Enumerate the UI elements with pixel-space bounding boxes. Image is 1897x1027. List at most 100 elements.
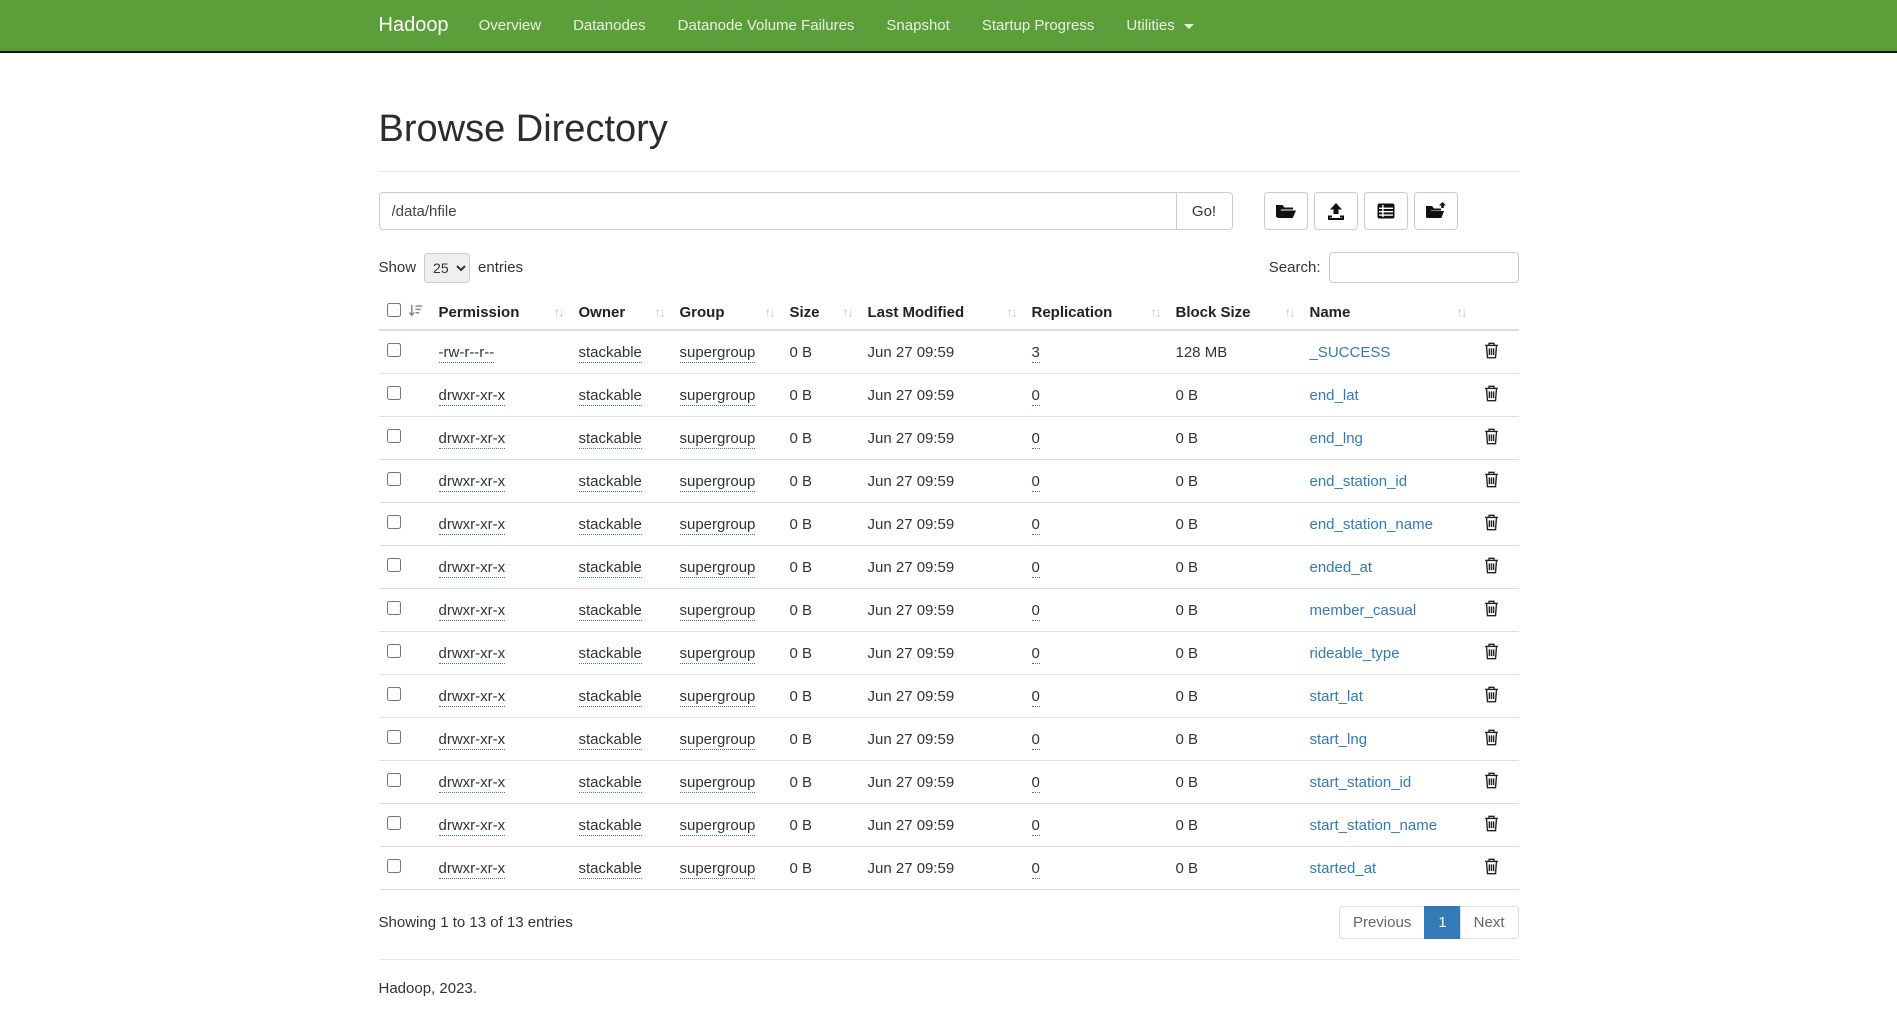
row-checkbox[interactable] — [387, 558, 401, 572]
row-checkbox[interactable] — [387, 386, 401, 400]
row-checkbox[interactable] — [387, 816, 401, 830]
file-link[interactable]: _SUCCESS — [1310, 344, 1391, 361]
upload-file-button[interactable] — [1314, 192, 1358, 230]
permission-value[interactable]: drwxr-xr-x — [439, 774, 506, 793]
owner-value[interactable]: stackable — [579, 559, 642, 578]
permission-value[interactable]: -rw-r--r-- — [439, 344, 495, 363]
nav-item-datanode-volume-failures[interactable]: Datanode Volume Failures — [662, 0, 871, 51]
permission-value[interactable]: drwxr-xr-x — [439, 516, 506, 535]
owner-value[interactable]: stackable — [579, 731, 642, 750]
owner-value[interactable]: stackable — [579, 516, 642, 535]
file-link[interactable]: end_lng — [1310, 430, 1363, 447]
owner-value[interactable]: stackable — [579, 860, 642, 879]
replication-value[interactable]: 0 — [1032, 387, 1040, 406]
create-directory-button[interactable] — [1264, 192, 1308, 230]
row-checkbox[interactable] — [387, 515, 401, 529]
file-link[interactable]: member_casual — [1310, 602, 1417, 619]
owner-value[interactable]: stackable — [579, 344, 642, 363]
group-value[interactable]: supergroup — [680, 430, 756, 449]
delete-file-button[interactable] — [1482, 641, 1501, 665]
delete-file-button[interactable] — [1482, 684, 1501, 708]
column-header-replication[interactable]: Replication↑↓ — [1024, 295, 1168, 330]
file-listing-button[interactable] — [1364, 192, 1408, 230]
file-link[interactable]: start_lng — [1310, 731, 1368, 748]
permission-value[interactable]: drwxr-xr-x — [439, 430, 506, 449]
group-value[interactable]: supergroup — [680, 559, 756, 578]
row-checkbox[interactable] — [387, 429, 401, 443]
delete-file-button[interactable] — [1482, 383, 1501, 407]
owner-value[interactable]: stackable — [579, 645, 642, 664]
replication-value[interactable]: 0 — [1032, 559, 1040, 578]
file-link[interactable]: start_lat — [1310, 688, 1363, 705]
owner-value[interactable]: stackable — [579, 430, 642, 449]
replication-value[interactable]: 0 — [1032, 860, 1040, 879]
owner-value[interactable]: stackable — [579, 688, 642, 707]
column-header-size[interactable]: Size↑↓ — [782, 295, 860, 330]
permission-value[interactable]: drwxr-xr-x — [439, 688, 506, 707]
nav-item-datanodes[interactable]: Datanodes — [557, 0, 662, 51]
delete-file-button[interactable] — [1482, 727, 1501, 751]
permission-value[interactable]: drwxr-xr-x — [439, 559, 506, 578]
row-checkbox[interactable] — [387, 343, 401, 357]
file-link[interactable]: started_at — [1310, 860, 1377, 877]
owner-value[interactable]: stackable — [579, 602, 642, 621]
owner-value[interactable]: stackable — [579, 774, 642, 793]
replication-value[interactable]: 0 — [1032, 516, 1040, 535]
file-link[interactable]: rideable_type — [1310, 645, 1400, 662]
delete-file-button[interactable] — [1482, 426, 1501, 450]
replication-value[interactable]: 0 — [1032, 645, 1040, 664]
permission-value[interactable]: drwxr-xr-x — [439, 645, 506, 664]
file-link[interactable]: start_station_name — [1310, 817, 1438, 834]
page-size-select[interactable]: 25 — [424, 253, 470, 283]
go-button[interactable]: Go! — [1176, 192, 1233, 230]
delete-file-button[interactable] — [1482, 856, 1501, 880]
replication-value[interactable]: 0 — [1032, 817, 1040, 836]
delete-file-button[interactable] — [1482, 813, 1501, 837]
nav-item-snapshot[interactable]: Snapshot — [870, 0, 965, 51]
permission-value[interactable]: drwxr-xr-x — [439, 473, 506, 492]
replication-value[interactable]: 0 — [1032, 774, 1040, 793]
group-value[interactable]: supergroup — [680, 344, 756, 363]
owner-value[interactable]: stackable — [579, 387, 642, 406]
column-header-select[interactable] — [379, 295, 431, 330]
permission-value[interactable]: drwxr-xr-x — [439, 731, 506, 750]
column-header-name[interactable]: Name↑↓ — [1302, 295, 1474, 330]
group-value[interactable]: supergroup — [680, 731, 756, 750]
permission-value[interactable]: drwxr-xr-x — [439, 387, 506, 406]
group-value[interactable]: supergroup — [680, 516, 756, 535]
replication-value[interactable]: 0 — [1032, 602, 1040, 621]
brand-hadoop[interactable]: Hadoop — [379, 14, 449, 37]
group-value[interactable]: supergroup — [680, 817, 756, 836]
search-input[interactable] — [1329, 252, 1519, 283]
file-link[interactable]: end_lat — [1310, 387, 1359, 404]
owner-value[interactable]: stackable — [579, 817, 642, 836]
row-checkbox[interactable] — [387, 687, 401, 701]
replication-value[interactable]: 0 — [1032, 731, 1040, 750]
delete-file-button[interactable] — [1482, 555, 1501, 579]
path-input[interactable] — [379, 192, 1177, 230]
row-checkbox[interactable] — [387, 644, 401, 658]
group-value[interactable]: supergroup — [680, 860, 756, 879]
group-value[interactable]: supergroup — [680, 473, 756, 492]
delete-file-button[interactable] — [1482, 340, 1501, 364]
row-checkbox[interactable] — [387, 859, 401, 873]
owner-value[interactable]: stackable — [579, 473, 642, 492]
replication-value[interactable]: 0 — [1032, 430, 1040, 449]
row-checkbox[interactable] — [387, 601, 401, 615]
delete-file-button[interactable] — [1482, 512, 1501, 536]
delete-file-button[interactable] — [1482, 770, 1501, 794]
permission-value[interactable]: drwxr-xr-x — [439, 817, 506, 836]
file-link[interactable]: start_station_id — [1310, 774, 1412, 791]
permission-value[interactable]: drwxr-xr-x — [439, 602, 506, 621]
column-header-group[interactable]: Group↑↓ — [672, 295, 782, 330]
column-header-block-size[interactable]: Block Size↑↓ — [1168, 295, 1302, 330]
permission-value[interactable]: drwxr-xr-x — [439, 860, 506, 879]
pagination-next[interactable]: Next — [1460, 906, 1519, 939]
column-header-owner[interactable]: Owner↑↓ — [571, 295, 672, 330]
nav-item-startup-progress[interactable]: Startup Progress — [966, 0, 1111, 51]
delete-file-button[interactable] — [1482, 469, 1501, 493]
nav-item-overview[interactable]: Overview — [463, 0, 558, 51]
group-value[interactable]: supergroup — [680, 602, 756, 621]
column-header-last-modified[interactable]: Last Modified↑↓ — [860, 295, 1024, 330]
replication-value[interactable]: 3 — [1032, 344, 1040, 363]
